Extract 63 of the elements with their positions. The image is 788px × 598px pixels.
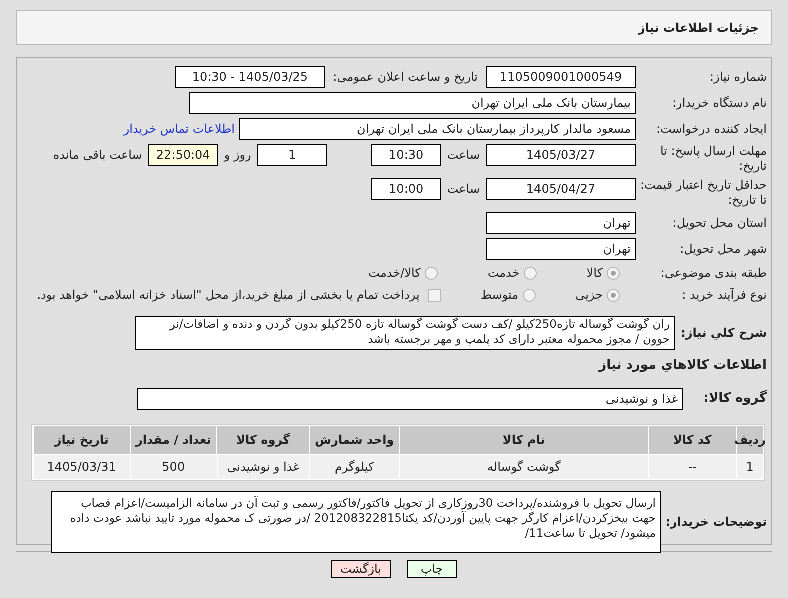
- field-label: نوع فرآیند خرید :: [682, 288, 767, 302]
- field-label: طبقه بندی موضوعی:: [660, 266, 767, 280]
- field-label: ساعت: [447, 181, 480, 198]
- text-field[interactable]: تهران: [486, 212, 636, 234]
- table-cell: کیلوگرم: [309, 454, 399, 478]
- text-field[interactable]: مسعود مالدار کارپرداز بیمارستان بانک ملی ایران تهران: [239, 118, 636, 140]
- page-title: جزئیات اطلاعات نیاز: [638, 20, 759, 36]
- text-field[interactable]: غذا و نوشیدنی: [137, 388, 683, 410]
- table-cell: گوشت گوساله: [399, 454, 648, 478]
- radio-label: کالا/خدمت: [368, 265, 421, 282]
- print-button[interactable]: چاپ: [407, 560, 457, 578]
- field-label: شماره نیاز:: [710, 70, 767, 84]
- radio-label: کالا: [586, 265, 603, 282]
- column-header: نام کالا: [398, 426, 648, 454]
- radio-button[interactable]: [524, 266, 537, 280]
- contact-link[interactable]: اطلاعات تماس خریدار: [124, 120, 239, 138]
- text-field[interactable]: 10:30: [371, 144, 442, 166]
- column-header: تعداد / مقدار: [130, 426, 216, 454]
- field-label: شهر محل تحویل:: [680, 242, 767, 256]
- field-label: شرح کلي نياز:: [681, 326, 767, 340]
- column-header: تاریخ نیاز: [33, 426, 130, 454]
- text-field[interactable]: 1405/03/27: [486, 144, 636, 166]
- column-header: ردیف: [736, 426, 763, 454]
- field-label: حداقل تاریخ اعتبار قیمت: تا تاریخ:: [640, 178, 767, 207]
- field-label: ساعت باقی مانده: [53, 147, 142, 164]
- text-field[interactable]: تهران: [486, 238, 636, 260]
- section-title: اطلاعات کالاهاي مورد نياز: [599, 358, 767, 373]
- table-cell: غذا و نوشیدنی: [216, 454, 310, 478]
- text-field[interactable]: 22:50:04: [148, 144, 218, 166]
- field-label: نام دستگاه خریدار:: [672, 96, 767, 110]
- field-label: ساعت: [447, 147, 480, 164]
- field-label: ایجاد کننده درخواست:: [656, 122, 767, 136]
- column-header: گروه کالا: [216, 426, 310, 454]
- description-box[interactable]: ران گوشت گوساله تازه250کیلو /کف دست گوشت گوساله تازه 250کیلو بدون گردن و دنده و اضافات/نر جوون / مجوز محموله معتبر دارای کد پلمپ و مهر برجسته باشد: [135, 316, 675, 350]
- column-header: واحد شمارش: [309, 426, 399, 454]
- text-field[interactable]: بیمارستان بانک ملی ایران تهران: [189, 92, 636, 114]
- text-field[interactable]: 1105009001000549: [486, 66, 636, 88]
- radio-label: متوسط: [480, 287, 519, 304]
- table-cell: --: [648, 454, 736, 478]
- field-label: مهلت ارسال پاسخ: تا تاریخ:: [660, 144, 767, 173]
- table-cell: 500: [130, 454, 216, 478]
- table-cell: 1405/03/31: [33, 454, 130, 478]
- radio-button[interactable]: [522, 288, 536, 302]
- field-label: تاریخ و ساعت اعلان عمومی:: [333, 70, 478, 84]
- radio-button[interactable]: [607, 266, 620, 280]
- checkbox-label: پرداخت تمام یا بخشی از مبلغ خرید،از محل "اسناد خزانه اسلامی" خواهد بود.: [37, 287, 420, 304]
- column-header: کد کالا: [648, 426, 736, 454]
- text-field[interactable]: 10:00: [371, 178, 442, 200]
- radio-label: جزیی: [576, 287, 603, 304]
- text-field[interactable]: 1405/03/25 - 10:30: [175, 66, 326, 88]
- radio-button[interactable]: [424, 266, 438, 280]
- back-button[interactable]: بازگشت: [331, 560, 391, 578]
- notes-box[interactable]: ارسال تحویل با فروشنده/پرداخت 30روزکاری از تحویل فاکتور/فاکتور رسمی و ثبت آن در سامانه الزامیست/اعزام قصاب جهت بیخزکردن/اعزام کارگر جهت پایین آوردن/کد یکتا201208322815 /در صورتی ک محموله مورد تایید نباشد عودت داده میشود/ تحویل تا ساعت11/: [51, 490, 661, 552]
- text-field[interactable]: 1: [257, 144, 328, 166]
- field-label: استان محل تحویل:: [672, 216, 767, 230]
- table-cell: 1: [736, 454, 763, 478]
- text-field[interactable]: 1405/04/27: [486, 178, 636, 200]
- checkbox[interactable]: [428, 288, 441, 302]
- field-label: روز و: [224, 147, 252, 164]
- radio-label: خدمت: [488, 265, 520, 282]
- radio-button[interactable]: [607, 288, 620, 302]
- field-label: گروه کالا:: [704, 390, 767, 406]
- field-label: توضیحات خریدار:: [666, 514, 767, 528]
